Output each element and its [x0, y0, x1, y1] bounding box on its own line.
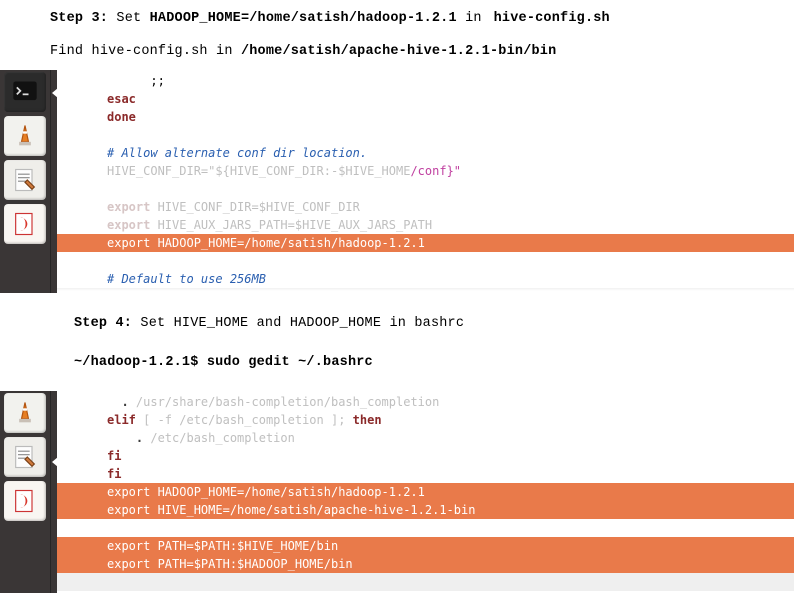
vlc-icon-2[interactable]	[4, 393, 46, 433]
kw-esac: esac	[107, 92, 136, 106]
find-path: /home/satish/apache-hive-1.2.1-bin/bin	[241, 44, 556, 59]
step3-assign: HADOOP_HOME=/home/satish/hadoop-1.2.1	[150, 11, 457, 26]
kw-elif: elif	[107, 413, 136, 427]
find-file1: hive-config.sh	[92, 44, 208, 59]
dot-2: .	[107, 431, 143, 445]
step4-text: Set HIVE_HOME and HADOOP_HOME in bashrc	[132, 316, 464, 331]
path-2: /etc/bash_completion	[143, 431, 295, 445]
export-hadoop-home-2: export HADOOP_HOME=/home/satish/hadoop-1…	[63, 483, 788, 501]
step3-block: Step 3: Set HADOOP_HOME=/home/satish/had…	[0, 0, 794, 33]
launcher-2	[0, 391, 51, 593]
kw-export-2: export	[107, 218, 150, 232]
editor-2[interactable]: . /usr/share/bash-completion/bash_comple…	[57, 391, 794, 593]
export-2-body: HIVE_AUX_JARS_PATH=$HIVE_AUX_JARS_PATH	[150, 218, 432, 232]
text-editor-icon-2[interactable]	[4, 437, 46, 477]
gradient-separator	[57, 288, 794, 291]
text-editor-icon[interactable]	[4, 160, 46, 200]
page: Step 3: Set HADOOP_HOME=/home/satish/had…	[0, 0, 794, 593]
screenshot-1: ;; esac done # Allow alternate conf dir …	[0, 70, 794, 293]
code-line: ;;	[63, 72, 788, 90]
blank-line-2	[63, 180, 788, 198]
editor-1[interactable]: ;; esac done # Allow alternate conf dir …	[57, 70, 794, 293]
blank-line	[63, 126, 788, 144]
step4-label: Step 4:	[74, 316, 132, 331]
step4-cmd: ~/hadoop-1.2.1$ sudo gedit ~/.bashrc	[74, 355, 373, 370]
path-1: /usr/share/bash-completion/bash_completi…	[129, 395, 440, 409]
blank-line-b	[63, 519, 788, 537]
kw-fi-2: fi	[107, 467, 121, 481]
trailing-line	[57, 573, 794, 591]
elif-cond: [ -f /etc/bash_completion ];	[136, 413, 353, 427]
vlc-icon[interactable]	[4, 116, 46, 156]
kw-export-1: export	[107, 200, 150, 214]
export-path-hadoop: export PATH=$PATH:$HADOOP_HOME/bin	[63, 555, 788, 573]
blank-line-3	[63, 252, 788, 270]
export-path-hive: export PATH=$PATH:$HIVE_HOME/bin	[63, 537, 788, 555]
comment-1: # Allow alternate conf dir location.	[107, 146, 367, 160]
export-hive-home: export HIVE_HOME=/home/satish/apache-hiv…	[63, 501, 788, 519]
find-block: Find hive-config.sh in /home/satish/apac…	[0, 33, 794, 66]
find-prefix: Find	[50, 44, 92, 59]
launcher-1	[0, 70, 51, 293]
find-mid: in	[208, 44, 241, 59]
step3-in: in	[457, 11, 490, 26]
terminal-icon[interactable]	[4, 72, 46, 112]
kw-then: then	[353, 413, 382, 427]
assign-tail: /conf}"	[410, 164, 461, 178]
step3-label: Step 3:	[50, 11, 108, 26]
screenshot-2: . /usr/share/bash-completion/bash_comple…	[0, 391, 794, 593]
export-hadoop-home: export HADOOP_HOME=/home/satish/hadoop-1…	[63, 234, 788, 252]
pdf-reader-icon-2[interactable]	[4, 481, 46, 521]
step4-cmd-block: ~/hadoop-1.2.1$ sudo gedit ~/.bashrc	[0, 338, 794, 377]
dot-1: .	[107, 395, 129, 409]
comment-2: # Default to use 256MB	[107, 272, 273, 286]
export-1-body: HIVE_CONF_DIR=$HIVE_CONF_DIR	[150, 200, 360, 214]
step3-set: Set	[108, 11, 150, 26]
step4-block: Step 4: Set HIVE_HOME and HADOOP_HOME in…	[0, 305, 794, 338]
kw-fi-1: fi	[107, 449, 121, 463]
assign-var: HIVE_CONF_DIR=	[107, 164, 208, 178]
step3-file: hive-config.sh	[494, 11, 610, 26]
assign-val: "${HIVE_CONF_DIR:-$HIVE_HOME	[208, 164, 410, 178]
kw-done: done	[107, 110, 136, 124]
pdf-reader-icon[interactable]	[4, 204, 46, 244]
